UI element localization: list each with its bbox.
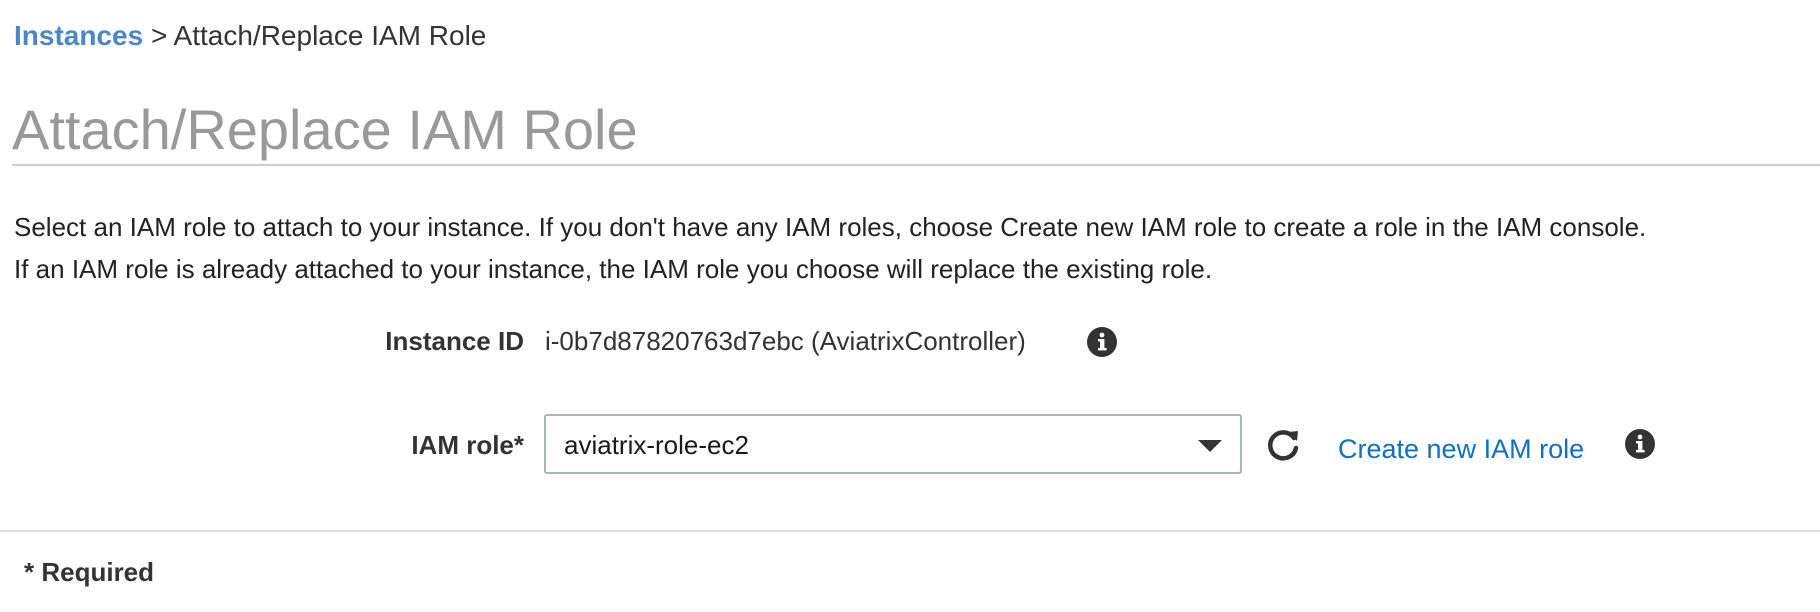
breadcrumb-current: Attach/Replace IAM Role	[173, 20, 487, 51]
breadcrumb-instances-link[interactable]: Instances	[14, 20, 143, 51]
create-new-iam-role-link[interactable]: Create new IAM role	[1338, 434, 1584, 465]
required-note: * Required	[24, 557, 155, 587]
title-divider	[12, 164, 1820, 166]
iam-role-label: IAM role*	[411, 430, 524, 460]
iam-role-row: IAM role* aviatrix-role-ec2 Create new I…	[0, 414, 1820, 478]
description-line-2: If an IAM role is already attached to yo…	[14, 254, 1213, 284]
breadcrumb-separator: >	[150, 20, 168, 51]
breadcrumb: Instances > Attach/Replace IAM Role	[14, 18, 486, 54]
footer-divider	[0, 530, 1820, 532]
info-icon[interactable]	[1086, 326, 1118, 358]
instance-id-value: i-0b7d87820763d7ebc (AviatrixController)	[545, 326, 1026, 356]
chevron-down-icon	[1198, 440, 1222, 452]
iam-role-select[interactable]: aviatrix-role-ec2	[544, 414, 1242, 474]
iam-role-selected-value: aviatrix-role-ec2	[564, 430, 749, 460]
page-description: Select an IAM role to attach to your ins…	[14, 206, 1814, 290]
description-line-1: Select an IAM role to attach to your ins…	[14, 212, 1647, 242]
instance-id-row: Instance ID i-0b7d87820763d7ebc (Aviatri…	[0, 322, 1820, 364]
page-title: Attach/Replace IAM Role	[12, 98, 638, 161]
instance-id-label: Instance ID	[385, 326, 524, 356]
refresh-icon[interactable]	[1264, 426, 1302, 464]
info-icon[interactable]	[1624, 428, 1656, 460]
